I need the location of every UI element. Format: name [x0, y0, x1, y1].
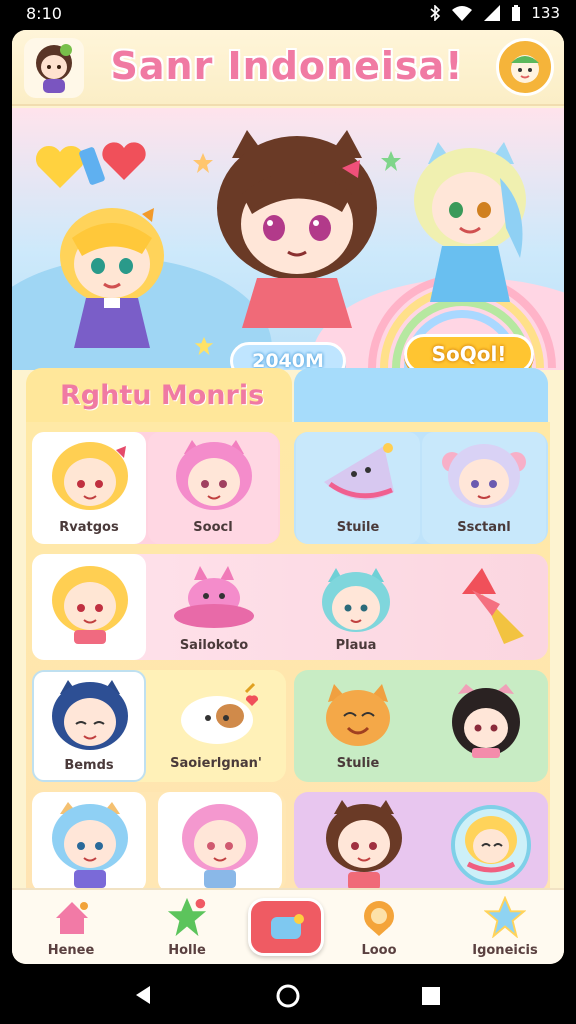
bluetooth-icon [430, 5, 441, 21]
status-bar: 8:10 133 [0, 0, 576, 28]
character-tile[interactable]: Soocl [148, 432, 278, 544]
character-tile[interactable]: Plaua [294, 554, 418, 660]
blue-mascot-icon [324, 443, 394, 500]
tile-label: Bemds [64, 758, 114, 773]
tile-label: Rvatgos [59, 520, 119, 535]
blonde-girl-icon [52, 566, 128, 644]
character-tile[interactable] [302, 792, 426, 892]
nav-favorites[interactable]: Igoneicis [460, 896, 550, 962]
blonde-bubble-girl-icon [451, 805, 531, 885]
app-window: Sanr Indoneisa! 2040M SoQol! Rghtu Monri… [12, 30, 564, 964]
mascot-face-icon [511, 55, 539, 83]
character-tile[interactable] [32, 554, 146, 660]
pink-cat-girl-icon [176, 440, 252, 510]
character-tile[interactable]: Ssctanl [422, 432, 546, 544]
tile-label: Soocl [193, 520, 233, 535]
nav-holle[interactable]: Holle [142, 896, 232, 962]
pink-cat-mascot-icon [174, 566, 254, 628]
character-tile[interactable] [428, 792, 546, 892]
mascot-button[interactable] [496, 38, 554, 96]
signal-icon [484, 5, 501, 21]
home-icon[interactable] [275, 983, 301, 1009]
nav-looo[interactable]: Looo [334, 896, 424, 962]
character-tile[interactable]: Stuile [296, 432, 420, 544]
character-tile[interactable]: Stulie [296, 670, 420, 782]
recents-icon[interactable] [420, 985, 442, 1007]
cat-girl-character [217, 130, 377, 328]
nav-label: Igoneicis [472, 943, 538, 958]
hearts-icon [35, 142, 146, 188]
character-tile[interactable]: Rvatgos [32, 432, 146, 544]
lilac-girl-icon [442, 444, 526, 508]
bottom-navigation: Henee Holle Looo Igoneicis [12, 888, 564, 964]
girl-avatar-icon [36, 44, 72, 93]
pink-hair-girl-icon [182, 804, 258, 888]
system-navigation-bar [0, 966, 576, 1024]
battery-level: 133 [531, 4, 560, 22]
star-icon [484, 896, 526, 938]
tile-label: Stulie [336, 756, 380, 771]
black-hair-girl-icon [452, 684, 520, 758]
tile-label: Ssctanl [457, 520, 511, 535]
hero-banner: 2040M SoQol! [12, 108, 564, 370]
status-icons: 133 [429, 4, 560, 22]
hero-action-button[interactable]: SoQol! [404, 334, 534, 370]
blue-hair-girl-character [414, 142, 526, 302]
ice-cream-icon [462, 568, 524, 644]
battery-icon [512, 5, 521, 21]
teal-cat-girl-icon [322, 568, 390, 632]
star-icon [194, 336, 214, 356]
tile-label: Stuile [336, 520, 380, 535]
tile-label: Plaua [335, 638, 377, 653]
hero-counter-button[interactable]: 2040M [230, 342, 346, 370]
puppy-mascot-icon [181, 682, 259, 744]
character-tile[interactable] [32, 792, 146, 892]
character-tile[interactable]: Sailokoto [152, 554, 276, 660]
navy-cat-girl-icon [52, 680, 128, 750]
star-icon [167, 897, 207, 937]
nav-center-button[interactable] [248, 898, 324, 956]
character-tile[interactable] [422, 554, 546, 660]
nav-home[interactable]: Henee [26, 896, 116, 962]
brown-cat-girl-icon [326, 800, 402, 890]
character-tile[interactable] [422, 670, 546, 782]
lightblue-girl-icon [52, 802, 128, 888]
profile-avatar[interactable] [24, 38, 84, 98]
character-tile[interactable] [158, 792, 282, 892]
blonde-girl-icon [52, 442, 128, 510]
nav-label: Holle [168, 943, 206, 958]
tile-label: Sailokoto [179, 638, 249, 653]
top-bar: Sanr Indoneisa! [12, 30, 564, 106]
house-icon [56, 902, 88, 934]
orange-cat-icon [326, 684, 390, 746]
character-tile[interactable]: Saoierlgnan' [148, 670, 284, 782]
section-title: Rghtu Monris [60, 380, 265, 411]
app-title: Sanr Indoneisa! [110, 44, 464, 88]
nav-label: Henee [47, 943, 95, 958]
nav-label: Looo [361, 943, 397, 958]
blonde-girl-character [60, 208, 164, 348]
character-tile[interactable]: Bemds [32, 670, 146, 782]
chat-icon [271, 914, 304, 939]
location-icon [364, 901, 394, 936]
tile-label: Saoierlgnan' [170, 756, 262, 771]
back-icon[interactable] [132, 984, 154, 1006]
screen: 8:10 133 Sanr Indoneisa! 2040M SoQol! Rg… [0, 0, 576, 1024]
wifi-icon [452, 6, 473, 21]
status-time: 8:10 [26, 4, 62, 23]
